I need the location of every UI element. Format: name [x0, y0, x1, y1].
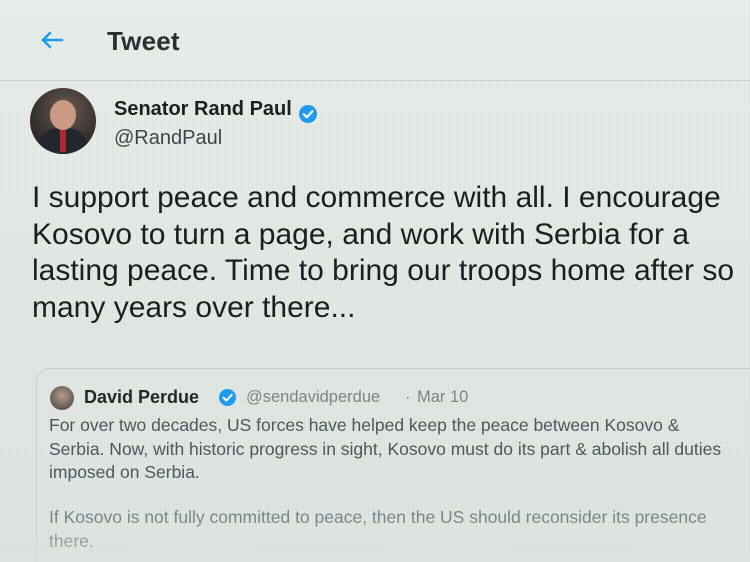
- quoted-author-handle: @sendavidperdue: [246, 388, 381, 406]
- avatar-tie: [60, 130, 66, 152]
- quoted-author-name: David Perdue: [84, 387, 200, 407]
- quoted-tweet-text-continued: If Kosovo is not fully committed to peac…: [49, 507, 707, 551]
- arrow-left-icon: [41, 31, 64, 49]
- quoted-meta-separator: ·: [405, 388, 411, 406]
- quoted-tweet-text: For over two decades, US forces have hel…: [49, 415, 722, 482]
- header-divider: [0, 80, 750, 81]
- author-avatar[interactable]: [30, 88, 96, 154]
- avatar-face: [50, 100, 76, 130]
- quoted-author-avatar: [50, 386, 74, 410]
- quoted-verified-badge-icon: [218, 388, 237, 407]
- author-name[interactable]: Senator Rand Paul: [114, 98, 292, 121]
- quoted-tweet-date[interactable]: Mar 10: [417, 388, 468, 407]
- back-button[interactable]: [34, 22, 70, 58]
- tweet-screen: Tweet Senator Rand Paul @RandPaul I supp…: [0, 0, 750, 562]
- author-handle[interactable]: @RandPaul: [114, 127, 222, 150]
- tweet-text: I support peace and commerce with all. I…: [32, 181, 735, 324]
- header-bar: Tweet: [0, 0, 750, 82]
- page-title: Tweet: [107, 26, 180, 56]
- verified-badge-icon: [298, 104, 318, 124]
